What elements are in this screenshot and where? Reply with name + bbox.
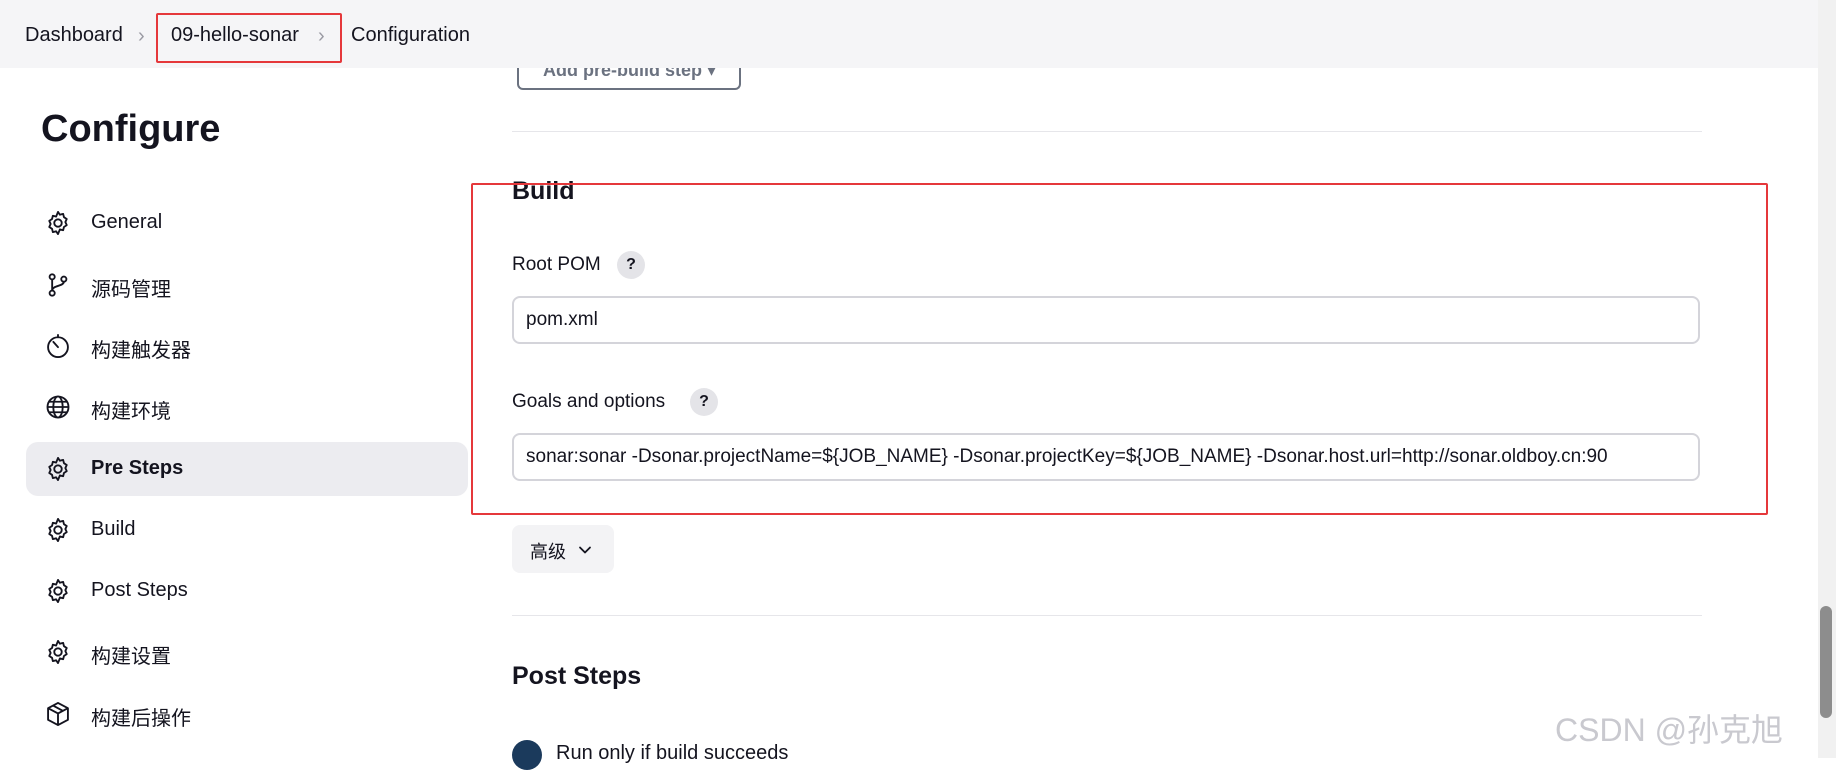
- sidebar-item-label: Post Steps: [91, 579, 188, 601]
- globe-icon: [46, 395, 70, 419]
- sidebar-item-post-steps[interactable]: Post Steps: [26, 564, 468, 618]
- section-divider: [512, 615, 1702, 616]
- sidebar-item-label: 构建环境: [91, 401, 171, 423]
- git-branch-icon: [48, 273, 68, 297]
- radio-button[interactable]: [512, 740, 542, 770]
- breadcrumb-configuration: Configuration: [351, 24, 470, 46]
- sidebar-item-label: Pre Steps: [91, 457, 184, 479]
- highlight-box-build: [471, 183, 1768, 515]
- sidebar-item-label: 构建触发器: [91, 340, 191, 362]
- sidebar-item-pre-steps[interactable]: Pre Steps: [26, 442, 468, 496]
- highlight-box-breadcrumb: [156, 13, 342, 63]
- sidebar-item-scm[interactable]: 源码管理: [26, 258, 468, 312]
- package-icon: [47, 701, 69, 727]
- sidebar-item-label: 构建设置: [91, 646, 171, 668]
- sidebar-item-post-build-actions[interactable]: 构建后操作: [26, 687, 468, 741]
- scrollbar-thumb[interactable]: [1820, 606, 1832, 718]
- section-divider: [512, 131, 1702, 132]
- add-pre-build-step-label: Add pre-build step ▾: [543, 68, 717, 80]
- sidebar-item-label: Build: [91, 518, 136, 540]
- gear-icon: [48, 210, 68, 236]
- gear-icon: [48, 639, 68, 665]
- gear-icon: [48, 578, 68, 604]
- chevron-right-icon: ›: [138, 25, 145, 47]
- page-title: Configure: [41, 108, 221, 150]
- sidebar-item-label: 构建后操作: [91, 708, 191, 730]
- sidebar-item-build-settings[interactable]: 构建设置: [26, 625, 468, 679]
- sidebar-item-general[interactable]: General: [26, 196, 468, 250]
- post-steps-section-title: Post Steps: [512, 662, 642, 690]
- timer-icon: [47, 333, 69, 359]
- gear-icon: [48, 456, 68, 482]
- sidebar-item-build[interactable]: Build: [26, 503, 468, 557]
- sidebar-item-label: 源码管理: [91, 279, 171, 301]
- chevron-down-icon: [579, 546, 591, 554]
- sidebar-item-build-environment[interactable]: 构建环境: [26, 380, 468, 434]
- sidebar-item-label: General: [91, 211, 163, 233]
- advanced-label: 高级: [530, 542, 566, 562]
- watermark: CSDN @孙克旭: [1555, 712, 1784, 748]
- radio-label: Run only if build succeeds: [556, 742, 789, 764]
- add-pre-build-step-button[interactable]: Add pre-build step ▾: [517, 68, 741, 90]
- breadcrumb-dashboard[interactable]: Dashboard: [25, 24, 123, 47]
- advanced-button[interactable]: 高级: [512, 525, 614, 573]
- gear-icon: [48, 517, 68, 543]
- sidebar-item-build-triggers[interactable]: 构建触发器: [26, 319, 468, 373]
